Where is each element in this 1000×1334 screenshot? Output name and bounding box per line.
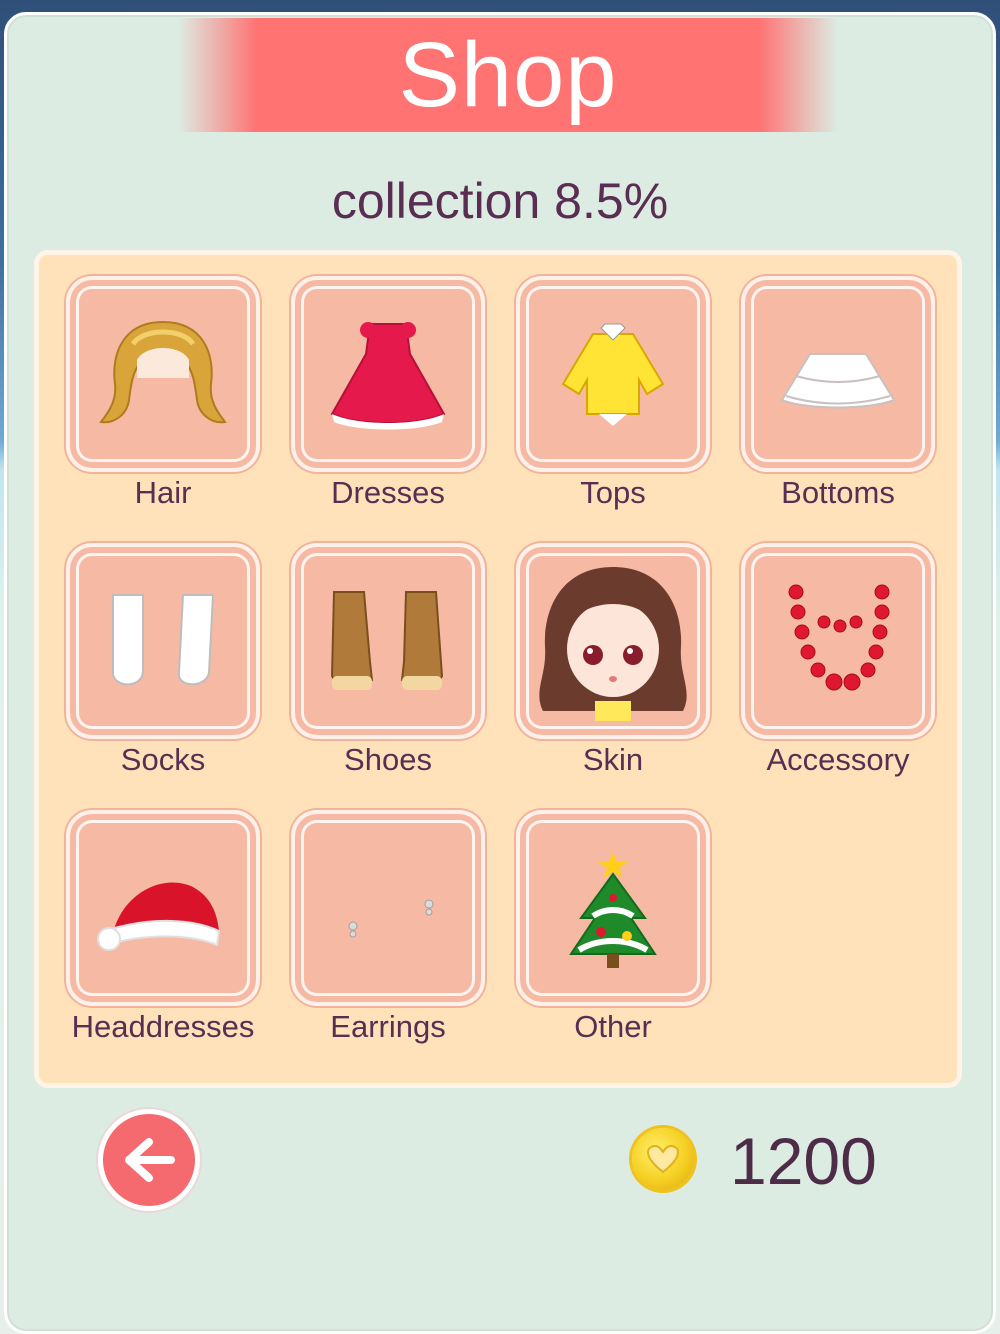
santa-hat-icon [97, 882, 221, 951]
tile-box[interactable] [66, 276, 260, 472]
tile-box[interactable] [66, 810, 260, 1006]
earrings-icon [348, 899, 434, 938]
category-headdresses[interactable]: Headdresses [66, 810, 260, 1044]
category-label: Accessory [766, 742, 910, 777]
tile-box[interactable] [291, 810, 485, 1006]
category-socks[interactable]: Socks [66, 543, 260, 777]
category-label: Hair [134, 475, 192, 510]
hair-icon [99, 320, 227, 424]
arrow-left-icon [125, 1138, 175, 1182]
tile-box[interactable] [516, 276, 710, 472]
category-label: Headdresses [71, 1009, 255, 1044]
doll-face-icon [539, 567, 687, 721]
category-dresses[interactable]: Dresses [291, 276, 485, 510]
category-label: Other [574, 1009, 652, 1044]
page-title: Shop [398, 24, 618, 126]
socks-icon [112, 594, 215, 686]
category-earrings[interactable]: Earrings [291, 810, 485, 1044]
shoes-icon [330, 591, 444, 690]
necklace-icon [788, 584, 890, 691]
category-label: Earrings [330, 1009, 446, 1044]
tile-box[interactable] [291, 543, 485, 739]
category-tops[interactable]: Tops [516, 276, 710, 510]
category-label: Dresses [331, 475, 445, 510]
tile-box[interactable] [741, 276, 935, 472]
category-label: Tops [580, 475, 646, 510]
category-label: Bottoms [781, 475, 895, 510]
top-icon [561, 323, 665, 426]
category-label: Skin [582, 742, 644, 777]
tile-box[interactable] [66, 543, 260, 739]
category-other[interactable]: Other [516, 810, 710, 1044]
back-button[interactable] [103, 1114, 195, 1206]
category-shoes[interactable]: Shoes [291, 543, 485, 777]
tile-box[interactable] [516, 543, 710, 739]
collection-progress: collection 8.5% [331, 173, 669, 229]
christmas-tree-icon [569, 852, 657, 968]
heart-coin-icon [632, 1128, 694, 1190]
category-label: Socks [120, 742, 206, 777]
skirt-icon [780, 353, 896, 409]
category-hair[interactable]: Hair [66, 276, 260, 510]
tile-box[interactable] [291, 276, 485, 472]
dress-icon [330, 322, 446, 430]
category-label: Shoes [344, 742, 432, 777]
category-skin[interactable]: Skin [516, 543, 710, 777]
tile-box[interactable] [516, 810, 710, 1006]
category-bottoms[interactable]: Bottoms [741, 276, 935, 510]
title-banner: Shop [178, 18, 838, 132]
category-accessory[interactable]: Accessory [741, 543, 935, 777]
coin-balance: 1200 [730, 1124, 877, 1198]
tile-box[interactable] [741, 543, 935, 739]
